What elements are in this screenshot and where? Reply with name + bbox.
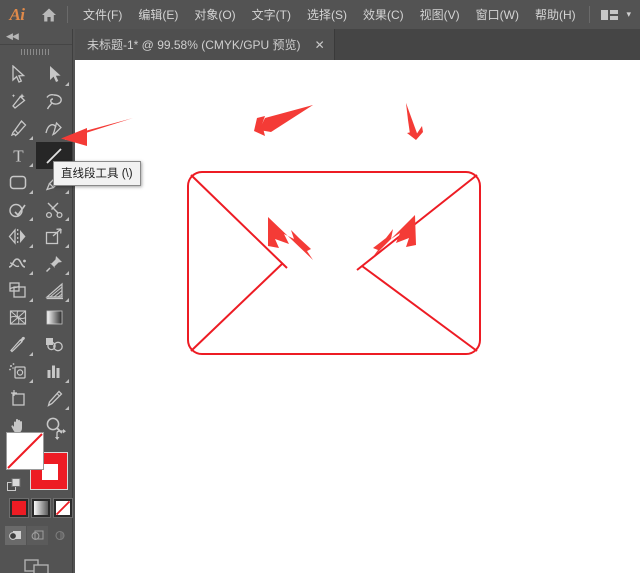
annotation-arrow-upper-left <box>254 105 313 136</box>
line-bottom-left <box>190 262 284 352</box>
tool-flyout-indicator-icon <box>29 190 33 194</box>
document-tab[interactable]: 未标题-1* @ 99.58% (CMYK/GPU 预览) ✕ <box>75 29 335 60</box>
perspective-grid-tool[interactable] <box>36 277 72 304</box>
tool-grid: T <box>0 58 72 439</box>
workspace-divider <box>589 6 591 23</box>
line-bottom-right <box>361 265 478 352</box>
shape-builder-tool[interactable] <box>0 277 36 304</box>
menu-edit[interactable]: 编辑(E) <box>130 2 186 27</box>
artwork-svg <box>187 103 481 355</box>
color-mode-button[interactable] <box>9 498 29 518</box>
tool-flyout-indicator-icon <box>65 298 69 302</box>
screen-mode-icon[interactable] <box>0 559 73 573</box>
magic-wand-tool[interactable] <box>0 88 36 115</box>
color-mode-buttons <box>9 498 73 518</box>
symbol-sprayer-tool[interactable] <box>0 358 36 385</box>
menu-effect[interactable]: 效果(C) <box>355 2 412 27</box>
tool-flyout-indicator-icon <box>65 379 69 383</box>
tool-flyout-indicator-icon <box>29 271 33 275</box>
tool-flyout-indicator-icon <box>29 298 33 302</box>
tools-panel: ◀◀ T <box>0 29 73 573</box>
tool-flyout-indicator-icon <box>29 136 33 140</box>
annotation-arrow-lower-right <box>372 215 416 258</box>
type-tool[interactable]: T <box>0 142 36 169</box>
illustrator-window: Ai 文件(F) 编辑(E) 对象(O) 文字(T) 选择(S) 效果(C) 视… <box>0 0 640 573</box>
tool-flyout-indicator-icon <box>29 352 33 356</box>
menu-object[interactable]: 对象(O) <box>186 2 243 27</box>
home-icon[interactable] <box>34 0 64 29</box>
column-graph-tool[interactable] <box>36 358 72 385</box>
menu-type[interactable]: 文字(T) <box>244 2 299 27</box>
panel-grip[interactable] <box>0 44 72 58</box>
curvature-tool[interactable] <box>36 115 72 142</box>
tool-flyout-indicator-icon <box>65 271 69 275</box>
eyedropper-tool[interactable] <box>0 331 36 358</box>
fill-swatch[interactable] <box>6 432 44 470</box>
menu-file[interactable]: 文件(F) <box>75 2 130 27</box>
gradient-tool[interactable] <box>36 304 72 331</box>
scale-tool[interactable] <box>36 223 72 250</box>
draw-inside-button[interactable] <box>49 526 70 545</box>
gradient-mode-button[interactable] <box>31 498 51 518</box>
width-tool[interactable] <box>0 250 36 277</box>
close-icon[interactable]: ✕ <box>315 39 325 51</box>
draw-normal-button[interactable] <box>5 526 26 545</box>
menu-help[interactable]: 帮助(H) <box>527 2 584 27</box>
tool-flyout-indicator-icon <box>65 190 69 194</box>
draw-mode-buttons <box>5 526 70 545</box>
tool-flyout-indicator-icon <box>29 217 33 221</box>
chevron-down-icon[interactable]: ▾ <box>626 9 631 20</box>
default-fill-stroke-icon[interactable] <box>7 478 22 498</box>
mesh-tool[interactable] <box>0 304 36 331</box>
shaper-tool[interactable] <box>0 196 36 223</box>
lasso-tool[interactable] <box>36 88 72 115</box>
envelope-rectangle <box>187 171 481 355</box>
color-controls <box>0 404 73 545</box>
free-transform-tool[interactable] <box>36 250 72 277</box>
fill-stroke-swatches <box>6 404 68 491</box>
tool-flyout-indicator-icon <box>29 163 33 167</box>
menu-window[interactable]: 窗口(W) <box>468 2 527 27</box>
menu-divider <box>67 6 68 23</box>
menu-view[interactable]: 视图(V) <box>412 2 468 27</box>
menu-bar: Ai 文件(F) 编辑(E) 对象(O) 文字(T) 选择(S) 效果(C) 视… <box>0 0 640 29</box>
menu-items: 文件(F) 编辑(E) 对象(O) 文字(T) 选择(S) 效果(C) 视图(V… <box>75 2 584 27</box>
tool-flyout-indicator-icon <box>29 244 33 248</box>
collapse-panel-button[interactable]: ◀◀ <box>0 29 72 44</box>
direct-selection-tool[interactable] <box>36 61 72 88</box>
menu-select[interactable]: 选择(S) <box>299 2 355 27</box>
tool-flyout-indicator-icon <box>65 136 69 140</box>
document-tab-title: 未标题-1* @ 99.58% (CMYK/GPU 预览) <box>87 38 301 52</box>
none-mode-button[interactable] <box>53 498 73 518</box>
draw-behind-button[interactable] <box>27 526 48 545</box>
annotation-arrow-upper-right <box>406 103 423 140</box>
canvas-area[interactable] <box>75 60 640 573</box>
tool-flyout-indicator-icon <box>65 244 69 248</box>
blend-tool[interactable] <box>36 331 72 358</box>
tool-tooltip: 直线段工具 (\) <box>53 161 141 186</box>
svg-text:T: T <box>13 147 24 166</box>
swap-fill-stroke-icon[interactable] <box>54 428 68 445</box>
rotate-tool[interactable] <box>0 223 36 250</box>
tool-flyout-indicator-icon <box>65 217 69 221</box>
pen-tool[interactable] <box>0 115 36 142</box>
menubar-right-group: ▾ <box>589 0 636 29</box>
line-top-right <box>356 174 478 271</box>
tool-flyout-indicator-icon <box>29 379 33 383</box>
scissors-tool[interactable] <box>36 196 72 223</box>
workspace-switcher-icon[interactable] <box>600 8 620 22</box>
annotation-arrow-lower-left <box>268 217 313 260</box>
tool-flyout-indicator-icon <box>65 82 69 86</box>
rectangle-tool[interactable] <box>0 169 36 196</box>
app-logo: Ai <box>9 4 25 24</box>
selection-tool[interactable] <box>0 61 36 88</box>
document-tab-bar: 未标题-1* @ 99.58% (CMYK/GPU 预览) ✕ <box>75 29 640 60</box>
